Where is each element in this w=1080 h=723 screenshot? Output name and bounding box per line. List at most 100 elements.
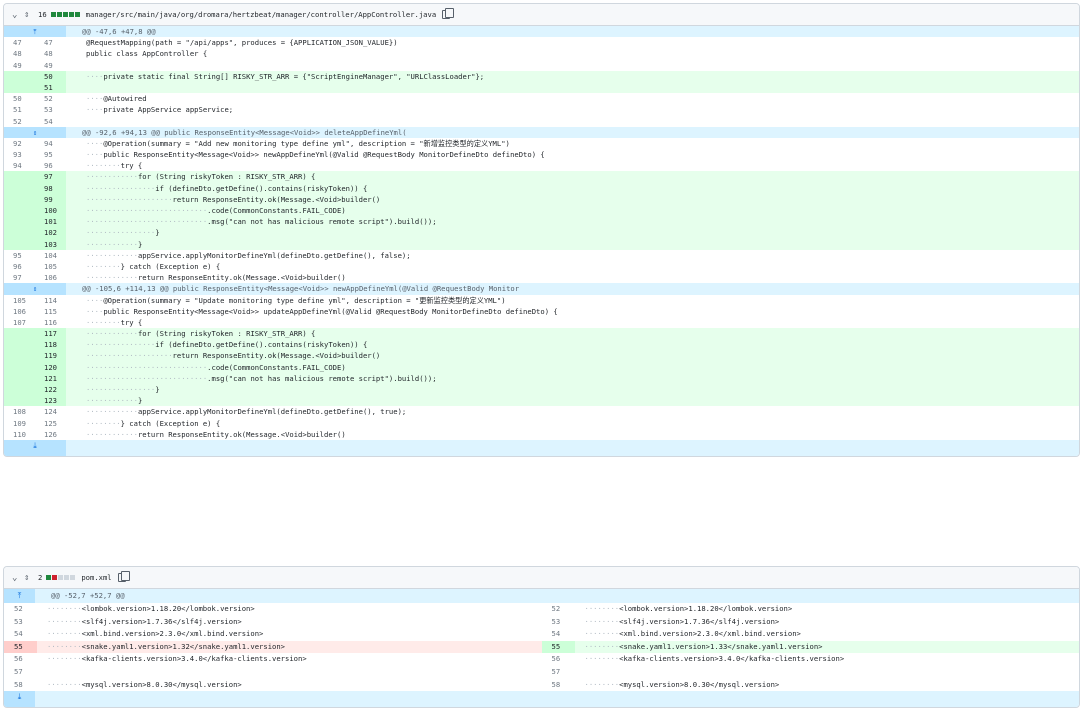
expand-down-row[interactable]: ⤓	[4, 691, 1079, 708]
new-line-number[interactable]: 98	[35, 182, 66, 194]
new-line-number[interactable]: 47	[35, 37, 66, 48]
line-number[interactable]: 54	[4, 628, 37, 641]
old-line-number[interactable]: 52	[4, 116, 35, 127]
line-number[interactable]: 53	[542, 616, 575, 629]
line-number[interactable]: 55	[4, 640, 37, 654]
old-line-number[interactable]: 106	[4, 306, 35, 317]
old-line-number[interactable]	[4, 339, 35, 351]
old-line-number[interactable]: 110	[4, 429, 35, 440]
expand-both-icon[interactable]: ⇕	[4, 283, 66, 295]
line-number[interactable]: 57	[542, 666, 575, 679]
expand-all-icon[interactable]: ⇕	[24, 573, 36, 583]
line-number[interactable]: 55	[541, 640, 575, 654]
expand-up-icon[interactable]: ⤒	[4, 589, 35, 603]
line-number[interactable]: 53	[4, 616, 37, 629]
new-line-number[interactable]: 119	[35, 350, 66, 362]
old-line-number[interactable]	[4, 216, 35, 228]
new-line-number[interactable]: 51	[35, 81, 66, 94]
line-number[interactable]: 58	[4, 679, 37, 692]
new-line-number[interactable]: 116	[35, 317, 66, 328]
new-line-number[interactable]: 118	[35, 339, 66, 351]
new-line-number[interactable]: 122	[35, 384, 66, 396]
new-line-number[interactable]: 97	[35, 171, 66, 183]
chevron-down-icon[interactable]: ⌄	[12, 573, 24, 583]
new-line-number[interactable]: 121	[35, 372, 66, 384]
code-line: ············for (String riskyToken : RIS…	[86, 329, 316, 339]
old-line-number[interactable]	[4, 328, 35, 340]
expand-down-icon[interactable]: ⤓	[4, 439, 66, 456]
new-line-number[interactable]: 105	[35, 261, 66, 272]
old-line-number[interactable]: 97	[4, 272, 35, 283]
new-line-number[interactable]: 48	[35, 48, 66, 59]
diff-line: 118 ················if (defineDto.getDefi…	[4, 339, 1079, 351]
old-line-number[interactable]	[4, 350, 35, 362]
new-line-number[interactable]: 100	[35, 205, 66, 217]
old-line-number[interactable]	[4, 70, 35, 82]
new-line-number[interactable]: 101	[35, 216, 66, 228]
old-line-number[interactable]	[4, 395, 35, 407]
old-line-number[interactable]	[4, 171, 35, 183]
line-number[interactable]: 56	[4, 653, 37, 666]
expand-down-row[interactable]: ⤓	[4, 439, 1079, 456]
new-line-number[interactable]: 99	[35, 193, 66, 205]
new-line-number[interactable]: 49	[35, 60, 66, 71]
old-line-number[interactable]	[4, 384, 35, 396]
old-line-number[interactable]	[4, 182, 35, 194]
old-line-number[interactable]: 108	[4, 406, 35, 417]
file-path[interactable]: manager/src/main/java/org/dromara/hertzb…	[86, 10, 437, 19]
old-line-number[interactable]: 96	[4, 261, 35, 272]
new-line-number[interactable]: 126	[35, 429, 66, 440]
new-line-number[interactable]: 125	[35, 418, 66, 429]
expand-down-icon[interactable]: ⤓	[4, 691, 35, 708]
old-line-number[interactable]	[4, 361, 35, 373]
old-line-number[interactable]	[4, 205, 35, 217]
line-number[interactable]: 52	[4, 603, 37, 616]
new-line-number[interactable]: 124	[35, 406, 66, 417]
expand-all-icon[interactable]: ⇕	[24, 10, 36, 20]
file-path[interactable]: pom.xml	[81, 573, 111, 582]
copy-icon[interactable]	[442, 8, 455, 19]
new-line-number[interactable]: 120	[35, 361, 66, 373]
line-number[interactable]: 52	[542, 603, 575, 616]
expand-up-icon[interactable]: ⤒	[4, 26, 66, 38]
old-line-number[interactable]: 50	[4, 93, 35, 104]
old-line-number[interactable]: 105	[4, 295, 35, 306]
line-number[interactable]: 58	[542, 679, 575, 692]
old-line-number[interactable]	[4, 81, 35, 94]
old-line-number[interactable]: 92	[4, 138, 35, 149]
old-line-number[interactable]: 51	[4, 104, 35, 115]
new-line-number[interactable]: 123	[35, 395, 66, 407]
old-line-number[interactable]	[4, 227, 35, 239]
new-line-number[interactable]: 102	[35, 227, 66, 239]
line-number[interactable]: 57	[4, 666, 37, 679]
new-line-number[interactable]: 94	[35, 138, 66, 149]
old-line-number[interactable]: 93	[4, 149, 35, 160]
new-line-number[interactable]: 114	[35, 295, 66, 306]
copy-icon[interactable]	[117, 571, 130, 582]
old-line-number[interactable]: 95	[4, 250, 35, 261]
new-line-number[interactable]: 52	[35, 93, 66, 104]
new-line-number[interactable]: 104	[35, 250, 66, 261]
old-line-number[interactable]: 94	[4, 160, 35, 171]
chevron-down-icon[interactable]: ⌄	[12, 10, 24, 20]
new-line-number[interactable]: 115	[35, 306, 66, 317]
line-number[interactable]: 54	[542, 628, 575, 641]
old-line-number[interactable]: 47	[4, 37, 35, 48]
old-line-number[interactable]: 109	[4, 418, 35, 429]
new-line-number[interactable]: 95	[35, 149, 66, 160]
old-line-number[interactable]	[4, 372, 35, 384]
old-line-number[interactable]: 107	[4, 317, 35, 328]
new-line-number[interactable]: 106	[35, 272, 66, 283]
new-line-number[interactable]: 50	[35, 70, 66, 82]
old-line-number[interactable]	[4, 193, 35, 205]
new-line-number[interactable]: 53	[35, 104, 66, 115]
new-line-number[interactable]: 54	[35, 116, 66, 127]
new-line-number[interactable]: 103	[35, 238, 66, 250]
expand-both-icon[interactable]: ⇕	[4, 126, 66, 138]
old-line-number[interactable]: 48	[4, 48, 35, 59]
line-number[interactable]: 56	[542, 653, 575, 666]
new-line-number[interactable]: 96	[35, 160, 66, 171]
new-line-number[interactable]: 117	[35, 328, 66, 340]
old-line-number[interactable]	[4, 238, 35, 250]
old-line-number[interactable]: 49	[4, 60, 35, 71]
